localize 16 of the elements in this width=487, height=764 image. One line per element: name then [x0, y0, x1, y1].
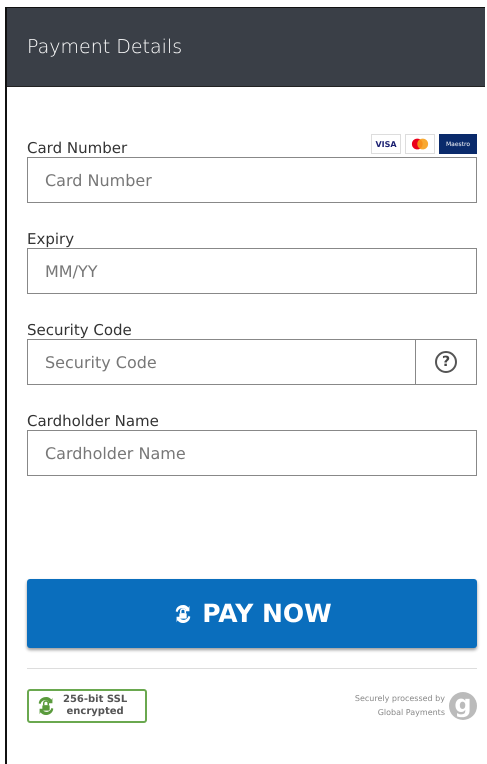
visa-logo: VISA	[371, 134, 401, 154]
field-label: Card Number	[27, 139, 128, 157]
input-field[interactable]: Card Number	[27, 157, 477, 203]
mastercard-logo	[405, 134, 435, 154]
pay-now-button[interactable]: PAY NOW	[27, 579, 477, 648]
processor-logo: g	[449, 692, 477, 720]
field-label: Cardholder Name	[27, 412, 159, 430]
processor-text: Securely processed by Global Payments	[354, 692, 445, 719]
header-title: Payment Details	[7, 8, 485, 87]
input-field[interactable]: Cardholder Name	[27, 430, 477, 476]
input-field[interactable]: Security Code	[27, 339, 416, 385]
field-label: Security Code	[27, 321, 132, 339]
ssl-text: 256-bit SSL encrypted	[63, 694, 128, 718]
field-label: Expiry	[27, 230, 74, 248]
input-field[interactable]: MM/YY	[27, 248, 477, 294]
help-icon[interactable]: ?	[435, 351, 457, 373]
